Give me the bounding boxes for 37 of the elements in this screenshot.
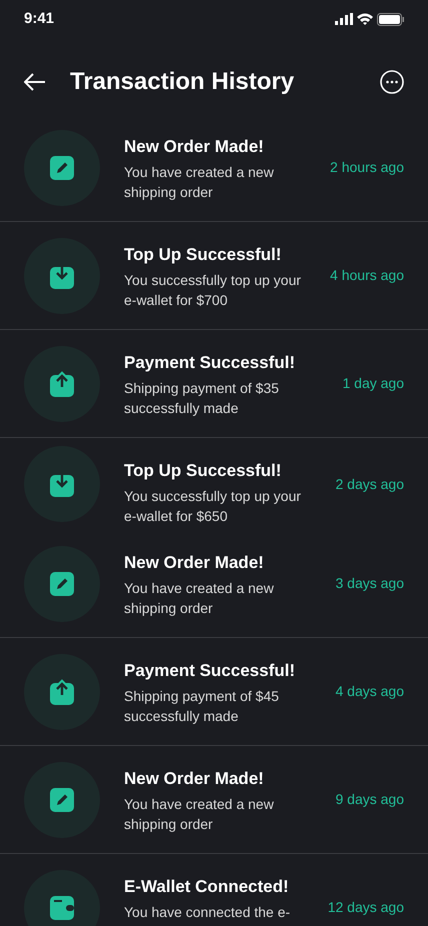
transaction-title: New Order Made!: [124, 552, 265, 574]
transaction-title: E-Wallet Connected!: [124, 876, 290, 898]
wallet-icon: [50, 896, 74, 920]
edit-icon: [50, 572, 74, 596]
signal-icon: [335, 13, 353, 25]
transaction-time: 12 days ago: [328, 898, 404, 917]
transaction-description: You successfully top up your e-wallet for $650: [124, 487, 302, 526]
back-arrow-icon[interactable]: [24, 73, 46, 91]
transaction-time: 4 hours ago: [330, 266, 404, 285]
page-title: Transaction History: [70, 68, 296, 96]
more-options-icon[interactable]: [380, 70, 404, 94]
transaction-description: Shipping payment of $35 successfully made: [124, 379, 280, 418]
transaction-description: You have created a new shipping order: [124, 795, 275, 834]
transaction-title: Payment Successful!: [124, 660, 296, 682]
transaction-time: 2 hours ago: [330, 158, 404, 177]
transaction-description: You have connected the e-: [124, 903, 292, 922]
battery-icon: [377, 12, 404, 26]
transaction-description: You successfully top up your e-wallet for $700: [124, 271, 302, 310]
upload-icon: [50, 370, 74, 396]
transaction-title: New Order Made!: [124, 768, 265, 790]
transaction-time: 9 days ago: [336, 790, 404, 809]
transaction-time: 1 day ago: [342, 374, 404, 393]
transaction-time: 3 days ago: [336, 574, 404, 593]
transaction-title: Top Up Successful!: [124, 460, 282, 482]
transaction-title: New Order Made!: [124, 136, 265, 158]
transaction-title: Top Up Successful!: [124, 244, 282, 266]
upload-icon: [50, 678, 74, 704]
transaction-title: Payment Successful!: [124, 352, 296, 374]
transaction-time: 4 days ago: [336, 682, 404, 701]
wifi-icon: [357, 13, 373, 25]
transaction-time: 2 days ago: [336, 474, 404, 494]
edit-icon: [50, 156, 74, 180]
transaction-description: You have created a new shipping order: [124, 579, 275, 618]
edit-icon: [50, 788, 74, 812]
transaction-description: You have created a new shipping order: [124, 163, 275, 202]
status-time: 9:41: [24, 8, 54, 29]
transaction-description: Shipping payment of $45 successfully made: [124, 687, 280, 726]
